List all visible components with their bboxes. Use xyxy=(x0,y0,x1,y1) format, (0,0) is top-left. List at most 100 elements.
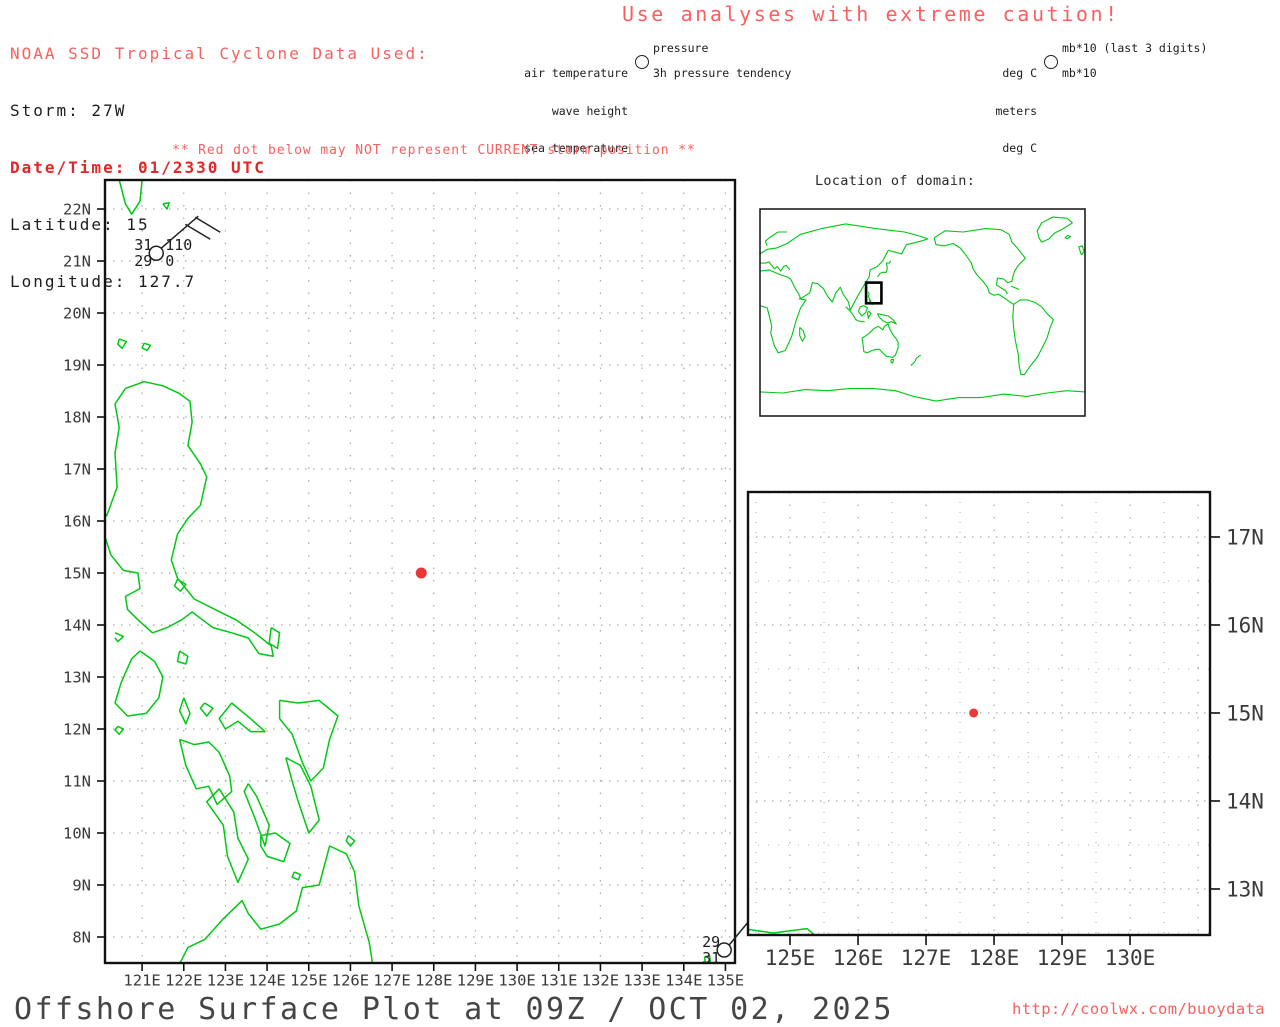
lon-tick-label: 128E xyxy=(415,972,452,990)
map-border xyxy=(746,490,1212,937)
buoydata-url-link[interactable]: http://coolwx.com/buoydata xyxy=(1012,1000,1265,1018)
coastline xyxy=(845,306,865,323)
lat-tick-label: 15N xyxy=(1226,701,1264,725)
coastline xyxy=(114,650,164,717)
lat-tick-label: 16N xyxy=(63,512,91,530)
lon-tick-label: 135E xyxy=(707,972,744,990)
coastline xyxy=(173,578,187,592)
lon-tick-label: 133E xyxy=(623,972,660,990)
lat-tick-label: 17N xyxy=(1226,525,1264,549)
lat-tick-label: 8N xyxy=(72,928,91,946)
coastline xyxy=(760,261,791,272)
coastline xyxy=(857,305,868,317)
storm-position-warning: ** Red dot below may NOT represent CURRE… xyxy=(172,143,696,158)
coastline xyxy=(866,310,872,319)
lon-tick-label: 128E xyxy=(969,946,1020,970)
tc-info-block: NOAA SSD Tropical Cyclone Data Used: Sto… xyxy=(10,6,429,310)
legend-degc-bot-label: deg C xyxy=(1002,141,1037,155)
coastline xyxy=(760,387,1085,402)
coastline xyxy=(179,845,374,963)
coastline xyxy=(199,702,214,717)
minor-grid xyxy=(748,492,1210,935)
coastline xyxy=(345,835,356,847)
station-sea-temp: 31 xyxy=(702,949,720,967)
lat-tick-label: 15N xyxy=(63,564,91,582)
coastline xyxy=(278,699,339,782)
lat-tick-label: 17N xyxy=(63,460,91,478)
coastline xyxy=(1010,285,1020,291)
legend-mb10-top-label: mb*10 (last 3 digits) xyxy=(1062,41,1208,55)
coastline xyxy=(141,342,152,352)
station-plot-legend: air temperature wave height sea temperat… xyxy=(518,42,818,154)
coastline xyxy=(285,756,320,834)
coastlines xyxy=(760,216,1085,402)
lon-axis: 125E 126E 127E 128E 129E 130E xyxy=(765,935,1156,970)
coastline xyxy=(799,327,806,342)
legend-wave-height-label: wave height xyxy=(551,103,628,118)
lat-tick-label: 16N xyxy=(1226,613,1264,637)
coastline xyxy=(703,954,712,963)
lon-tick-label: 125E xyxy=(290,972,327,990)
lat-tick-label: 14N xyxy=(63,616,91,634)
inset-map-title: Location of domain: xyxy=(815,173,976,189)
coastline xyxy=(218,702,266,733)
coastline xyxy=(735,805,742,840)
tc-info-longitude: Longitude: 127.7 xyxy=(10,272,197,291)
lon-tick-label: 122E xyxy=(165,972,202,990)
legend-units-left: deg C meters deg C xyxy=(965,42,1037,180)
legend-meters-label: meters xyxy=(995,103,1037,118)
lon-axis: 121E 122E 123E 124E 125E 126E 127E 128E 129E 130E… xyxy=(123,963,744,990)
coastline xyxy=(1064,234,1072,240)
coastline xyxy=(876,313,897,325)
coastline xyxy=(748,927,816,935)
coastline xyxy=(114,632,125,643)
station-air-temp: 29 xyxy=(702,933,720,951)
coastline xyxy=(1036,216,1073,243)
coastline xyxy=(1012,299,1054,376)
coastline xyxy=(205,788,250,884)
legend-air-temperature-label: air temperature xyxy=(524,66,628,80)
coastline xyxy=(260,832,291,863)
coastline xyxy=(760,223,929,255)
units-legend: deg C meters deg C mb*10 (last 3 digits)… xyxy=(965,41,1225,154)
lat-tick-label: 18N xyxy=(63,408,91,426)
lon-tick-label: 126E xyxy=(332,972,369,990)
coastline xyxy=(1078,245,1085,256)
lon-tick-label: 121E xyxy=(123,972,160,990)
coastline xyxy=(890,359,895,364)
wind-barb xyxy=(728,921,749,946)
lon-tick-label: 126E xyxy=(833,946,884,970)
lon-tick-label: 124E xyxy=(248,972,285,990)
coastlines xyxy=(735,805,816,935)
lon-tick-label: 130E xyxy=(1105,946,1156,970)
lat-tick-label: 19N xyxy=(63,356,91,374)
lon-tick-label: 125E xyxy=(765,946,816,970)
legend-pressure-tendency-label: 3h pressure tendency xyxy=(653,66,792,80)
coastline xyxy=(178,738,233,806)
coastline xyxy=(243,783,270,847)
coastline xyxy=(114,725,125,735)
lat-tick-label: 10N xyxy=(63,824,91,842)
coastline xyxy=(933,228,1010,239)
lon-tick-label: 129E xyxy=(1037,946,1088,970)
lat-tick-label: 11N xyxy=(63,772,91,790)
station-plot: 2931 xyxy=(702,921,749,967)
coastline xyxy=(910,354,921,366)
coastline xyxy=(861,323,899,358)
tc-info-latitude: Latitude: 15 xyxy=(10,215,150,234)
caution-title: Use analyses with extreme caution! xyxy=(622,2,1120,26)
lat-tick-label: 13N xyxy=(63,668,91,686)
coastline xyxy=(291,871,302,881)
station-circle-icon xyxy=(635,55,649,69)
coastline xyxy=(764,231,788,247)
lon-tick-label: 127E xyxy=(373,972,410,990)
tc-info-storm: Storm: 27W xyxy=(10,101,127,120)
storm-position-dot xyxy=(415,567,427,579)
map-border xyxy=(759,208,1086,417)
lon-tick-label: 130E xyxy=(498,972,535,990)
storm-position-dot xyxy=(969,708,979,718)
degree-grid xyxy=(748,492,1210,935)
lon-tick-label: 131E xyxy=(540,972,577,990)
coastline xyxy=(268,626,281,650)
lat-axis: 13N 14N 15N 16N 17N xyxy=(1210,525,1264,901)
